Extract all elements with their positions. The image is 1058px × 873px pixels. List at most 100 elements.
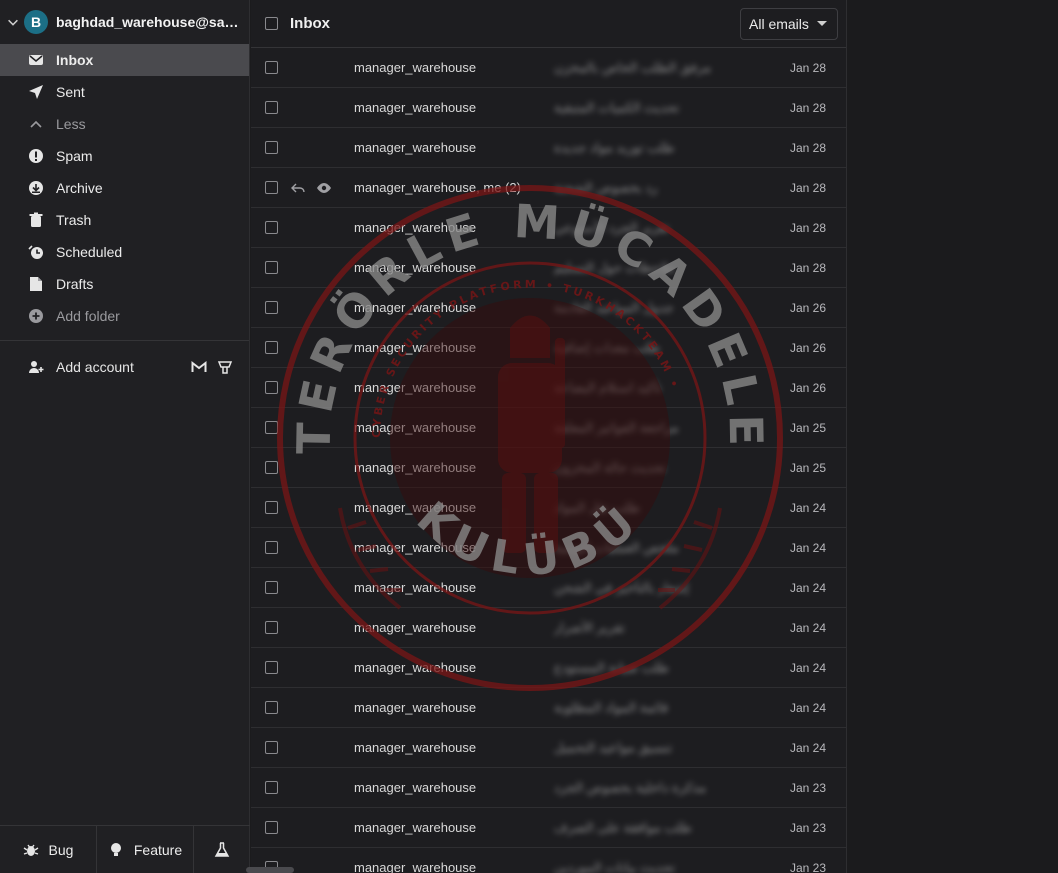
email-row[interactable]: manager_warehouse طلب موافقة على الصرف Jan…: [251, 808, 846, 848]
chevron-down-icon[interactable]: [6, 15, 20, 29]
email-subject: تحديث بيانات الموردين: [554, 859, 676, 873]
email-subject: رد بخصوص الشحنة: [554, 179, 658, 195]
row-checkbox[interactable]: [265, 221, 278, 234]
row-checkbox[interactable]: [265, 621, 278, 634]
horizontal-scrollbar[interactable]: [246, 867, 294, 873]
email-row[interactable]: manager_warehouse تحديث الكميات المتبقية J…: [251, 88, 846, 128]
email-row[interactable]: manager_warehouse مرفق الطلب الخاص بالمخز…: [251, 48, 846, 88]
email-row[interactable]: manager_warehouse تنسيق مواعيد التحميل Jan…: [251, 728, 846, 768]
email-row[interactable]: manager_warehouse تحديث بيانات الموردين Ja…: [251, 848, 846, 873]
row-checkbox[interactable]: [265, 701, 278, 714]
sidebar-item-label: Archive: [56, 180, 103, 196]
email-subject: طلب توريد مواد جديدة: [554, 139, 675, 155]
email-row[interactable]: manager_warehouse ملاحظات حول التسليم Jan …: [251, 248, 846, 288]
sidebar-item-sent[interactable]: Sent: [0, 76, 249, 108]
feature-button[interactable]: Feature: [97, 826, 194, 873]
email-sender: manager_warehouse: [354, 700, 477, 715]
sidebar-item-archive[interactable]: Archive: [0, 172, 249, 204]
account-header[interactable]: B baghdad_warehouse@sari...: [0, 0, 249, 44]
page-title: Inbox: [290, 15, 330, 32]
sidebar-item-inbox[interactable]: Inbox: [0, 44, 249, 76]
email-row[interactable]: manager_warehouse طلب معدات إضافية Jan 26: [251, 328, 846, 368]
row-checkbox[interactable]: [265, 61, 278, 74]
email-row[interactable]: manager_warehouse تأكيد استلام البضاعة Jan…: [251, 368, 846, 408]
bug-button[interactable]: Bug: [0, 826, 97, 873]
sidebar-item-label: Less: [56, 116, 86, 132]
sidebar-item-label: Drafts: [56, 276, 94, 292]
email-row[interactable]: manager_warehouse طلب نقل المواد Jan 24: [251, 488, 846, 528]
row-checkbox[interactable]: [265, 541, 278, 554]
row-checkbox[interactable]: [265, 421, 278, 434]
add-person-icon: [28, 359, 44, 375]
email-row[interactable]: manager_warehouse, me (2) رد بخصوص الشحنة…: [251, 168, 846, 208]
sidebar-item-drafts[interactable]: Drafts: [0, 268, 249, 300]
email-sender: manager_warehouse: [354, 60, 477, 75]
provider-icon[interactable]: [217, 359, 233, 375]
email-sender: manager_warehouse: [354, 780, 477, 795]
email-row[interactable]: manager_warehouse جدول المواعيد القادمة Ja…: [251, 288, 846, 328]
email-sender: manager_warehouse: [354, 420, 477, 435]
email-row[interactable]: manager_warehouse تحديث حالة المخزون Jan 2…: [251, 448, 846, 488]
email-row[interactable]: manager_warehouse مذكرة داخلية بخصوص الجر…: [251, 768, 846, 808]
sidebar-item-trash[interactable]: Trash: [0, 204, 249, 236]
email-row[interactable]: manager_warehouse طلب توريد مواد جديدة Jan…: [251, 128, 846, 168]
row-checkbox[interactable]: [265, 141, 278, 154]
email-subject: تحديث حالة المخزون: [554, 459, 666, 475]
row-status-icons: [278, 180, 354, 196]
row-checkbox[interactable]: [265, 581, 278, 594]
row-checkbox[interactable]: [265, 741, 278, 754]
sidebar-item-label: Scheduled: [56, 244, 123, 260]
row-checkbox[interactable]: [265, 381, 278, 394]
email-date: Jan 23: [789, 860, 826, 873]
account-email: baghdad_warehouse@sari...: [56, 14, 240, 30]
plus-icon: [28, 308, 44, 324]
sidebar-item-add-folder[interactable]: Add folder: [0, 300, 249, 332]
email-row[interactable]: manager_warehouse إشعار بالتأخير في الشحن…: [251, 568, 846, 608]
email-date: Jan 25: [789, 460, 826, 475]
row-checkbox[interactable]: [265, 821, 278, 834]
row-checkbox[interactable]: [265, 781, 278, 794]
email-date: Jan 24: [789, 620, 826, 635]
sidebar-item-scheduled[interactable]: Scheduled: [0, 236, 249, 268]
select-all-checkbox[interactable]: [265, 17, 278, 30]
add-account-button[interactable]: Add account: [0, 349, 249, 385]
archive-icon: [28, 180, 44, 196]
labs-button[interactable]: [194, 826, 250, 873]
email-date: Jan 28: [789, 140, 826, 155]
reply-icon: [291, 183, 305, 192]
row-checkbox[interactable]: [265, 661, 278, 674]
clock-icon: [28, 244, 44, 260]
email-subject: ملاحظات حول التسليم: [554, 259, 676, 275]
email-subject: ملخص العمليات اليومية: [554, 539, 679, 555]
email-row[interactable]: manager_warehouse مراجعة الفواتير المعلقة…: [251, 408, 846, 448]
email-sender: manager_warehouse: [354, 500, 477, 515]
email-date: Jan 28: [789, 100, 826, 115]
email-row[interactable]: manager_warehouse ملخص العمليات اليومية Ja…: [251, 528, 846, 568]
email-row[interactable]: manager_warehouse تقرير الأضرار Jan 24: [251, 608, 846, 648]
row-checkbox[interactable]: [265, 181, 278, 194]
email-row[interactable]: manager_warehouse قائمة المواد المطلوبة Ja…: [251, 688, 846, 728]
row-checkbox[interactable]: [265, 261, 278, 274]
row-checkbox[interactable]: [265, 461, 278, 474]
row-checkbox[interactable]: [265, 301, 278, 314]
row-checkbox[interactable]: [265, 341, 278, 354]
email-row[interactable]: manager_warehouse تقرير الجرد الأسبوعي Jan…: [251, 208, 846, 248]
filter-dropdown[interactable]: All emails: [740, 7, 838, 40]
email-subject: طلب صيانة المستودع: [554, 659, 670, 675]
sidebar-item-label: Sent: [56, 84, 85, 100]
row-checkbox[interactable]: [265, 101, 278, 114]
email-subject: تحديث الكميات المتبقية: [554, 99, 680, 115]
sidebar: B baghdad_warehouse@sari... Inbox Sent Les…: [0, 0, 250, 873]
email-sender: manager_warehouse: [354, 140, 477, 155]
email-sender: manager_warehouse: [354, 740, 477, 755]
email-sender: manager_warehouse: [354, 460, 477, 475]
row-checkbox[interactable]: [265, 501, 278, 514]
add-account-label: Add account: [56, 359, 134, 375]
email-row[interactable]: manager_warehouse طلب صيانة المستودع Jan 2…: [251, 648, 846, 688]
sidebar-item-label: Spam: [56, 148, 93, 164]
email-subject: قائمة المواد المطلوبة: [554, 699, 669, 715]
sidebar-item-spam[interactable]: Spam: [0, 140, 249, 172]
gmail-icon[interactable]: [191, 359, 207, 375]
sidebar-item-less[interactable]: Less: [0, 108, 249, 140]
email-sender: manager_warehouse: [354, 260, 477, 275]
